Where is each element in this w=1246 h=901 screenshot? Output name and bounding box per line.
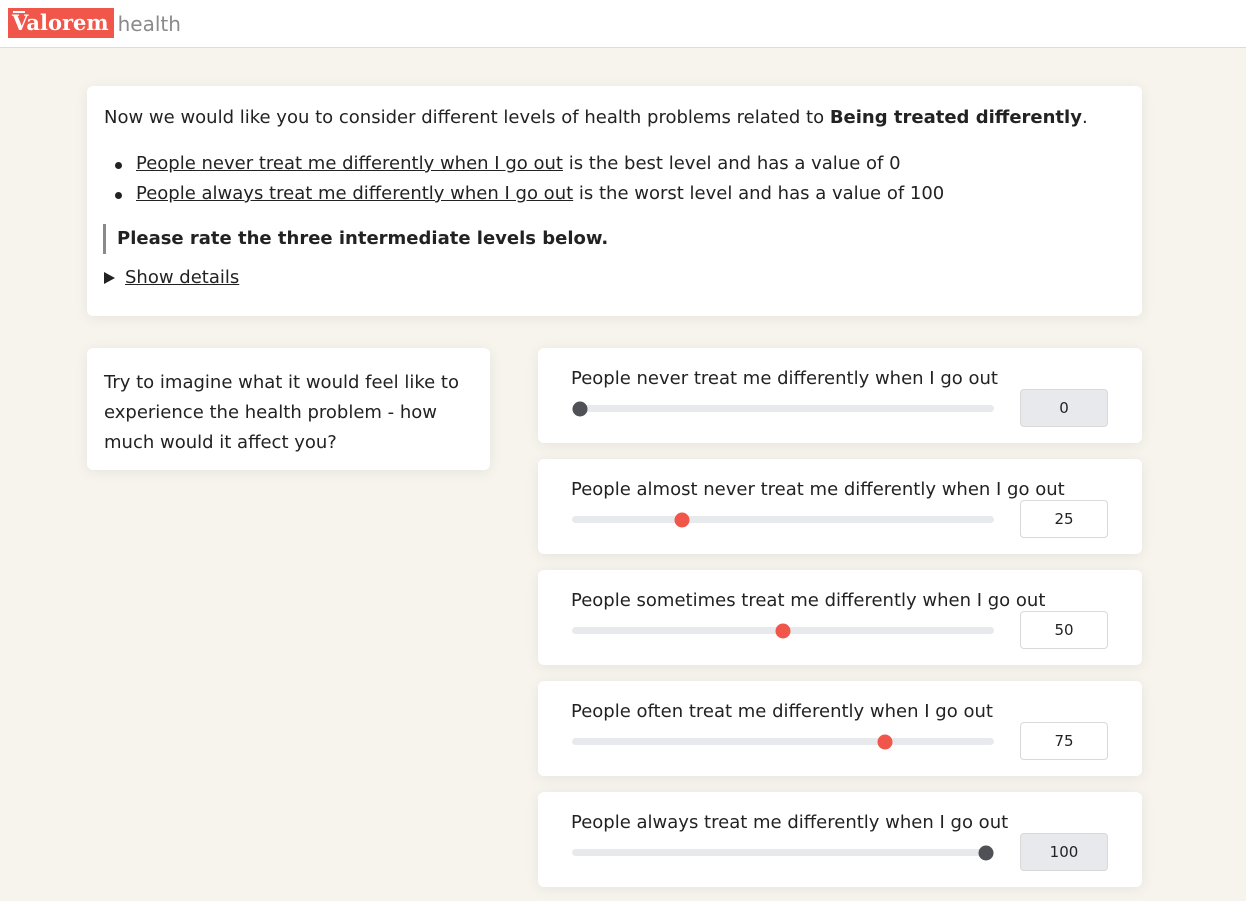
worst-level-item: People always treat me differently when … <box>104 182 944 212</box>
worst-level-description: is the worst level and has a value of 10… <box>573 183 945 204</box>
rating-card-never: People never treat me differently when I… <box>538 348 1142 443</box>
best-level-description: is the best level and has a value of 0 <box>562 153 901 174</box>
rating-label: People almost never treat me differently… <box>571 479 1065 500</box>
slider-track <box>572 845 994 860</box>
rating-card-almost-never: People almost never treat me differently… <box>538 459 1142 554</box>
slider-thumb[interactable] <box>877 734 892 749</box>
topic-name: Being treated differently <box>829 107 1082 128</box>
value-input[interactable]: 25 <box>1020 500 1108 538</box>
intro-text-after: . <box>1081 107 1088 128</box>
best-level-link[interactable]: People never treat me differently when I… <box>136 153 563 174</box>
level-range-list: People never treat me differently when I… <box>104 152 944 212</box>
rating-card-always: People always treat me differently when … <box>538 792 1142 887</box>
logo-brand: Valorem <box>8 8 114 38</box>
slider-thumb[interactable] <box>674 512 689 527</box>
slider-thumb <box>572 401 588 416</box>
rating-label: People always treat me differently when … <box>571 812 1009 833</box>
logo-macron <box>13 11 25 13</box>
worst-level-link[interactable]: People always treat me differently when … <box>136 183 573 204</box>
slider-track[interactable] <box>572 623 994 638</box>
best-level-item: People never treat me differently when I… <box>104 152 944 182</box>
intro-text: Now we would like you to consider differ… <box>104 106 1088 130</box>
rating-instruction: Please rate the three intermediate level… <box>103 224 608 254</box>
value-input[interactable]: 50 <box>1020 611 1108 649</box>
slider-track[interactable] <box>572 734 994 749</box>
show-details-toggle[interactable]: Show details <box>104 266 239 290</box>
logo-brand-text: Valorem <box>12 10 109 35</box>
show-details-label: Show details <box>125 267 240 288</box>
rating-label: People never treat me differently when I… <box>571 368 998 389</box>
rating-label: People sometimes treat me differently wh… <box>571 590 1046 611</box>
rating-card-sometimes: People sometimes treat me differently wh… <box>538 570 1142 665</box>
value-input[interactable]: 75 <box>1020 722 1108 760</box>
slider-thumb[interactable] <box>775 623 791 638</box>
valorem-health-logo[interactable]: Valorem health <box>8 8 181 38</box>
slider-thumb <box>978 845 994 860</box>
top-bar: Valorem health <box>0 0 1246 48</box>
value-field: 100 <box>1020 833 1108 871</box>
intro-card: Now we would like you to consider differ… <box>87 86 1142 316</box>
slider-track[interactable] <box>572 512 994 527</box>
slider-track <box>572 401 994 416</box>
rating-label: People often treat me differently when I… <box>571 701 993 722</box>
logo-sub: health <box>117 12 181 36</box>
hint-card: Try to imagine what it would feel like t… <box>87 348 490 470</box>
intro-text-before: Now we would like you to consider differ… <box>104 107 830 128</box>
expand-triangle-icon <box>104 272 115 284</box>
hint-text: Try to imagine what it would feel like t… <box>104 372 459 453</box>
value-field: 0 <box>1020 389 1108 427</box>
rating-card-often: People often treat me differently when I… <box>538 681 1142 776</box>
